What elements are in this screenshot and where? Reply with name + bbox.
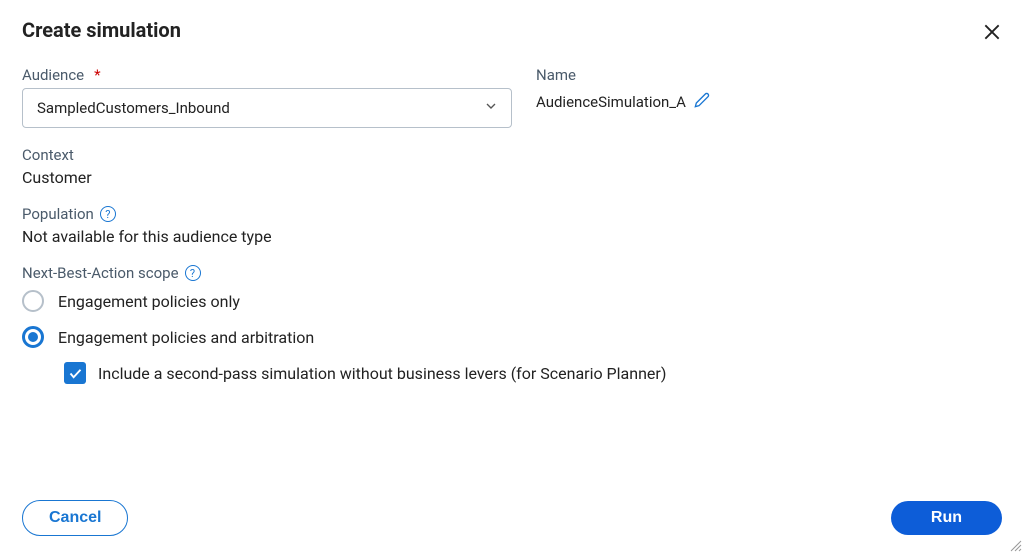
scope-label-text: Next-Best-Action scope — [22, 264, 179, 282]
second-pass-checkbox-row[interactable]: Include a second-pass simulation without… — [64, 362, 1002, 384]
dialog-title: Create simulation — [22, 18, 1002, 42]
radio-policies-only-label: Engagement policies only — [58, 292, 240, 311]
second-pass-checkbox[interactable] — [64, 362, 86, 384]
scope-field: Next-Best-Action scope ? Engagement poli… — [22, 264, 1002, 384]
scope-help-icon[interactable]: ? — [185, 265, 201, 281]
radio-policies-arbitration[interactable]: Engagement policies and arbitration — [22, 326, 1002, 348]
population-label-text: Population — [22, 205, 94, 223]
audience-label: Audience * — [22, 66, 512, 84]
scope-label: Next-Best-Action scope ? — [22, 264, 1002, 282]
population-value: Not available for this audience type — [22, 227, 1002, 246]
context-value: Customer — [22, 168, 1002, 187]
radio-icon-selected — [22, 326, 44, 348]
name-field: Name AudienceSimulation_A — [536, 66, 1002, 128]
form-row-audience-name: Audience * SampledCustomers_Inbound Name … — [22, 66, 1002, 128]
name-value: AudienceSimulation_A — [536, 93, 686, 111]
name-value-row: AudienceSimulation_A — [536, 92, 1002, 112]
cancel-button[interactable]: Cancel — [22, 500, 128, 536]
audience-select[interactable]: SampledCustomers_Inbound — [22, 88, 512, 128]
audience-field: Audience * SampledCustomers_Inbound — [22, 66, 512, 128]
pencil-icon — [694, 92, 710, 108]
close-icon — [982, 22, 1002, 42]
dialog-footer: Cancel Run — [22, 500, 1002, 536]
resize-handle[interactable] — [1008, 538, 1022, 552]
required-indicator: * — [94, 66, 100, 84]
context-field: Context Customer — [22, 146, 1002, 187]
scope-radio-group: Engagement policies only Engagement poli… — [22, 290, 1002, 384]
name-label: Name — [536, 66, 1002, 84]
run-button[interactable]: Run — [891, 501, 1002, 535]
context-label: Context — [22, 146, 1002, 164]
create-simulation-dialog: Create simulation Audience * SampledCusto… — [0, 0, 1024, 554]
audience-label-text: Audience — [22, 66, 84, 84]
radio-policies-only[interactable]: Engagement policies only — [22, 290, 1002, 312]
close-button[interactable] — [978, 18, 1006, 46]
chevron-down-icon — [483, 98, 499, 118]
check-icon — [68, 366, 83, 381]
population-field: Population ? Not available for this audi… — [22, 205, 1002, 246]
population-help-icon[interactable]: ? — [100, 206, 116, 222]
second-pass-label: Include a second-pass simulation without… — [98, 364, 666, 383]
radio-policies-arbitration-label: Engagement policies and arbitration — [58, 328, 314, 347]
audience-select-value: SampledCustomers_Inbound — [37, 99, 230, 117]
edit-name-button[interactable] — [694, 92, 710, 112]
radio-icon — [22, 290, 44, 312]
population-label: Population ? — [22, 205, 1002, 223]
